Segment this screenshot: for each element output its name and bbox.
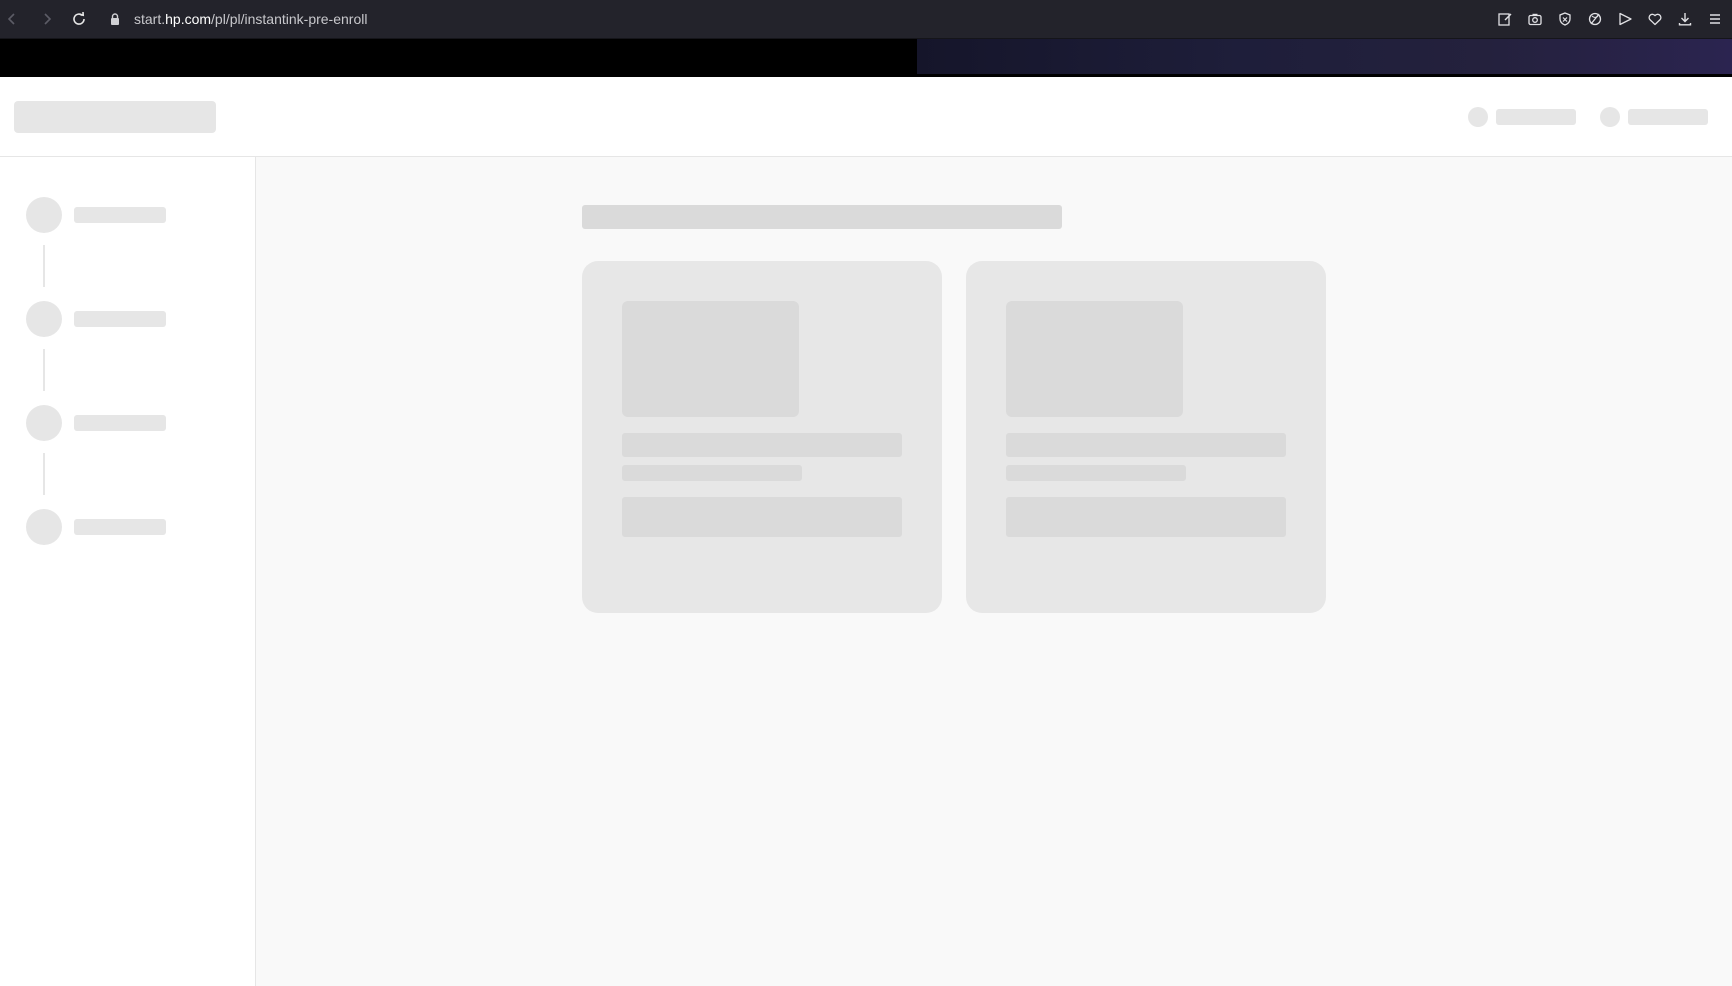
vpn-icon[interactable] [1583, 7, 1607, 31]
logo-skeleton [14, 101, 216, 133]
url-host: hp.com [165, 11, 212, 27]
step-label-skeleton [74, 415, 166, 431]
step-label-skeleton [74, 519, 166, 535]
card-title-skeleton [1006, 433, 1286, 457]
plan-card-skeleton [966, 261, 1326, 613]
browser-toolbar: start.hp.com/pl/pl/instantink-pre-enroll [0, 0, 1732, 39]
download-icon[interactable] [1673, 7, 1697, 31]
step-connector [43, 453, 45, 495]
site-info-button[interactable] [103, 7, 127, 31]
reload-button[interactable] [67, 7, 91, 31]
step-label-skeleton [74, 311, 166, 327]
main-content [256, 157, 1732, 986]
lock-icon [111, 13, 119, 25]
heart-icon[interactable] [1643, 7, 1667, 31]
header-link-skeleton [1628, 109, 1708, 125]
page-title-skeleton [582, 205, 1062, 229]
step-connector [43, 245, 45, 287]
header-icon-skeleton [1468, 107, 1488, 127]
card-image-skeleton [622, 301, 799, 417]
card-title-skeleton [622, 433, 902, 457]
media-banner-left [0, 39, 917, 77]
camera-icon[interactable] [1523, 7, 1547, 31]
forward-arrow-icon [44, 13, 52, 25]
stepper-sidebar [0, 157, 256, 986]
card-subtitle-skeleton [622, 465, 802, 481]
plan-card-skeleton [582, 261, 942, 613]
url-prefix: start. [134, 11, 166, 27]
step-indicator-skeleton [26, 509, 62, 545]
address-bar[interactable]: start.hp.com/pl/pl/instantink-pre-enroll [134, 10, 367, 28]
step-indicator-skeleton [26, 197, 62, 233]
card-button-skeleton [622, 497, 902, 537]
media-banner-strip [0, 39, 1732, 77]
card-button-skeleton [1006, 497, 1286, 537]
back-button[interactable] [0, 7, 24, 31]
media-banner-right [917, 39, 1732, 74]
send-icon[interactable] [1613, 7, 1637, 31]
site-header [0, 77, 1732, 157]
reload-icon [73, 11, 85, 25]
header-icon-skeleton [1600, 107, 1620, 127]
header-link-skeleton [1496, 109, 1576, 125]
shield-icon[interactable] [1553, 7, 1577, 31]
step-connector [43, 349, 45, 391]
step-indicator-skeleton [26, 301, 62, 337]
card-image-skeleton [1006, 301, 1183, 417]
edit-icon[interactable] [1493, 7, 1517, 31]
card-subtitle-skeleton [1006, 465, 1186, 481]
step-label-skeleton [74, 207, 166, 223]
back-arrow-icon [7, 13, 15, 25]
url-path: /pl/pl/instantink-pre-enroll [211, 11, 368, 27]
forward-button[interactable] [35, 7, 59, 31]
menu-icon[interactable] [1703, 7, 1727, 31]
step-indicator-skeleton [26, 405, 62, 441]
